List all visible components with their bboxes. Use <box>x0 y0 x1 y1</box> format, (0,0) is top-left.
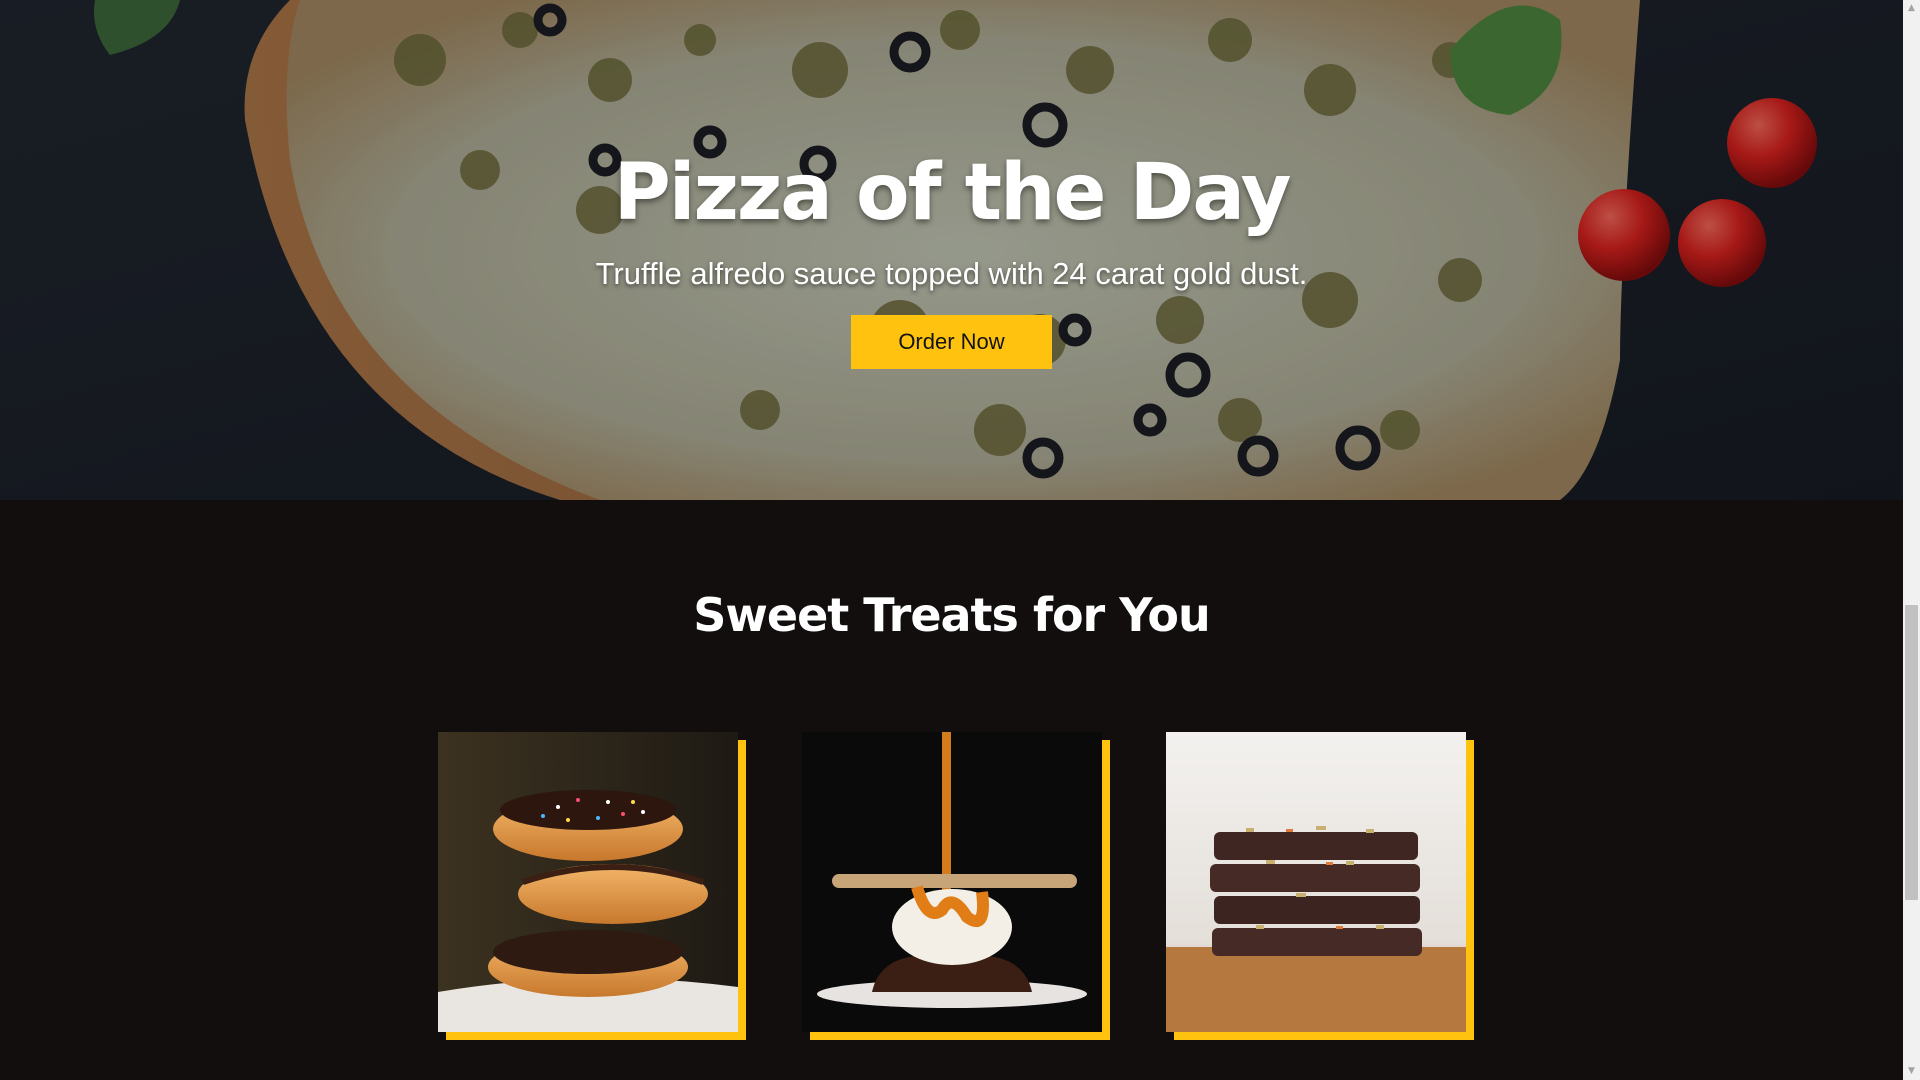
sweet-treats-heading: Sweet Treats for You <box>693 588 1210 642</box>
hero-overlay <box>0 0 1903 500</box>
stacked-donuts-image[interactable] <box>438 732 738 1032</box>
stacked-brownies-image[interactable] <box>1166 732 1466 1032</box>
page: Pizza of the Day Truffle alfredo sauce t… <box>0 0 1903 1080</box>
hero-banner: Pizza of the Day Truffle alfredo sauce t… <box>0 0 1903 500</box>
hero-subtitle: Truffle alfredo sauce topped with 24 car… <box>595 256 1308 291</box>
order-now-button[interactable]: Order Now <box>851 315 1052 369</box>
hero-title: Pizza of the Day <box>613 148 1292 238</box>
scroll-up-arrow-icon[interactable]: ▲ <box>1903 0 1920 17</box>
scroll-thumb[interactable] <box>1905 605 1918 900</box>
treat-card-donuts[interactable] <box>438 732 746 1040</box>
scroll-down-arrow-icon[interactable]: ▼ <box>1903 1063 1920 1080</box>
caramel-ice-cream-image[interactable] <box>802 732 1102 1032</box>
page-scrollbar[interactable]: ▲ ▼ <box>1903 0 1920 1080</box>
treat-card-brownies[interactable] <box>1166 732 1474 1040</box>
treat-card-ice-cream[interactable] <box>802 732 1110 1040</box>
